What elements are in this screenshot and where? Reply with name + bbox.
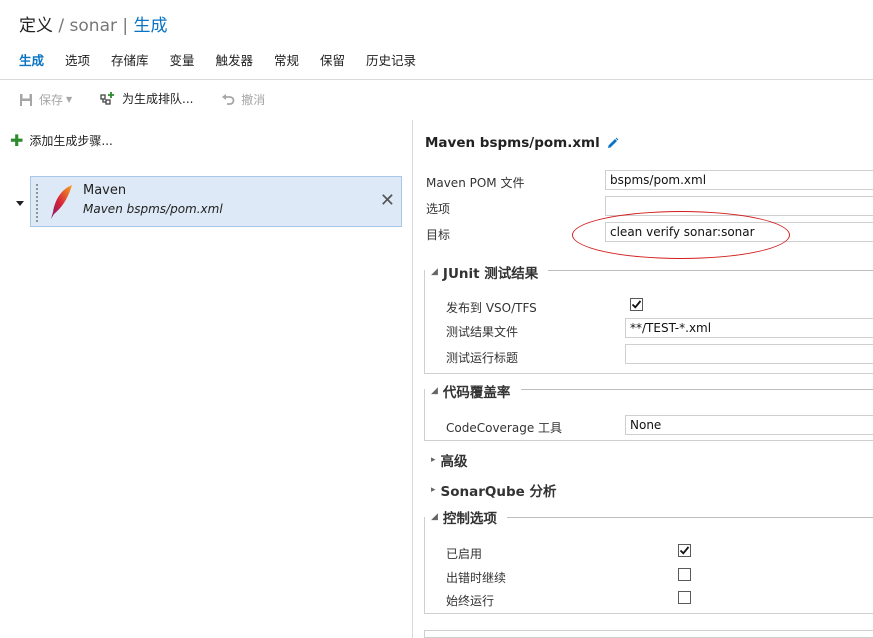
close-icon[interactable]: ✕ xyxy=(380,192,395,210)
tab-history[interactable]: 历史记录 xyxy=(366,50,416,69)
highlight-annotation xyxy=(572,211,790,259)
step-subtitle: Maven bspms/pom.xml xyxy=(83,202,223,216)
toolbar: 保存 ▼ 为生成排队... 撤消 xyxy=(19,90,289,110)
undo-button[interactable]: 撤消 xyxy=(221,91,265,108)
test-run-title-input[interactable] xyxy=(625,344,873,364)
always-run-checkbox[interactable] xyxy=(678,591,691,604)
coverage-tool-select[interactable]: None xyxy=(625,415,873,435)
tab-options[interactable]: 选项 xyxy=(65,50,90,69)
breadcrumb-separator: | xyxy=(122,16,129,36)
task-title-text: Maven bspms/pom.xml xyxy=(425,135,600,151)
chevron-right-icon: ▸ xyxy=(431,455,436,465)
floppy-disk-icon xyxy=(19,93,33,107)
task-title: Maven bspms/pom.xml xyxy=(425,135,619,151)
sonarqube-section-title: SonarQube 分析 xyxy=(440,484,557,500)
queue-build-button[interactable]: 为生成排队... xyxy=(100,90,193,107)
enabled-checkbox[interactable] xyxy=(678,544,691,557)
build-queue-icon xyxy=(100,91,116,107)
continue-on-error-label: 出错时继续 xyxy=(446,571,507,585)
tab-general[interactable]: 常规 xyxy=(274,50,299,69)
chevron-right-icon: ▸ xyxy=(431,485,436,495)
pom-file-label: Maven POM 文件 xyxy=(426,176,525,190)
always-run-label: 始终运行 xyxy=(446,594,495,608)
tab-retention[interactable]: 保留 xyxy=(320,50,345,69)
undo-arrow-icon xyxy=(221,93,235,107)
queue-build-label: 为生成排队... xyxy=(122,92,194,106)
test-results-input[interactable]: **/TEST-*.xml xyxy=(625,318,873,338)
collapse-triangle-icon[interactable] xyxy=(16,196,24,210)
test-results-label: 测试结果文件 xyxy=(446,325,519,339)
continue-on-error-checkbox[interactable] xyxy=(678,568,691,581)
tab-triggers[interactable]: 触发器 xyxy=(216,50,254,69)
breadcrumb-definition[interactable]: sonar xyxy=(70,16,117,36)
drag-handle[interactable] xyxy=(35,183,39,222)
goals-label: 目标 xyxy=(426,228,451,242)
test-run-title-label: 测试运行标题 xyxy=(446,351,519,365)
breadcrumb-current: 生成 xyxy=(133,16,168,36)
options-label: 选项 xyxy=(426,202,451,216)
maven-feather-icon xyxy=(47,184,75,223)
save-label: 保存 xyxy=(39,93,64,107)
plus-icon: ✚ xyxy=(10,130,24,150)
save-button[interactable]: 保存 ▼ xyxy=(19,91,72,108)
tab-bar: 生成 选项 存储库 变量 触发器 常规 保留 历史记录 xyxy=(19,50,433,70)
tab-build[interactable]: 生成 xyxy=(19,50,44,69)
step-title: Maven xyxy=(83,183,127,198)
tab-repository[interactable]: 存储库 xyxy=(111,50,149,69)
add-build-step-button[interactable]: ✚ 添加生成步骤... xyxy=(10,132,113,149)
add-build-step-label: 添加生成步骤... xyxy=(29,134,113,148)
undo-label: 撤消 xyxy=(241,93,266,107)
breadcrumb-root[interactable]: 定义 xyxy=(19,16,53,36)
publish-checkbox[interactable] xyxy=(630,298,643,311)
advanced-section-header[interactable]: ▸ 高级 xyxy=(431,450,468,470)
breadcrumb: 定义 / sonar | 生成 xyxy=(19,11,168,36)
header-divider xyxy=(0,79,873,80)
sonarqube-section-header[interactable]: ▸ SonarQube 分析 xyxy=(431,480,557,500)
pom-file-input[interactable]: bspms/pom.xml xyxy=(605,170,873,190)
chevron-down-icon: ▼ xyxy=(66,95,73,104)
coverage-tool-label: CodeCoverage 工具 xyxy=(446,421,563,435)
pencil-icon[interactable] xyxy=(606,137,619,150)
breadcrumb-separator: / xyxy=(58,16,65,36)
pane-divider xyxy=(412,120,413,638)
next-section-edge xyxy=(424,630,873,638)
advanced-section-title: 高级 xyxy=(440,454,468,470)
tab-variables[interactable]: 变量 xyxy=(170,50,195,69)
enabled-label: 已启用 xyxy=(446,547,483,561)
publish-label: 发布到 VSO/TFS xyxy=(446,301,537,315)
build-step-maven[interactable]: Maven Maven bspms/pom.xml ✕ xyxy=(30,176,402,227)
